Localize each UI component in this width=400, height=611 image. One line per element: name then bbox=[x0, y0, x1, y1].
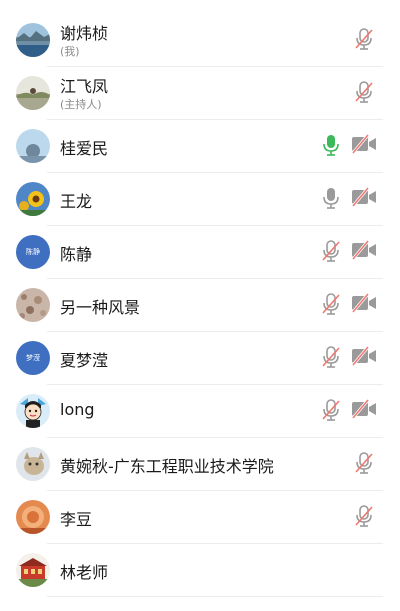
mic-muted-icon[interactable] bbox=[320, 345, 342, 373]
row-divider bbox=[47, 596, 383, 597]
avatar bbox=[16, 23, 50, 57]
participant-name: 谢炜桢 bbox=[60, 24, 109, 43]
mic-muted-icon[interactable] bbox=[320, 292, 342, 320]
mic-active-icon[interactable] bbox=[320, 133, 342, 161]
participant-list: 谢炜桢 (我) 江飞凤 (主持人) 桂爱民 王龙 陈静 陈静 另一种风景 梦滢 … bbox=[0, 0, 400, 611]
participant-role: (我) bbox=[60, 45, 80, 58]
participant-row[interactable]: 黄婉秋-广东工程职业技术学院 bbox=[0, 438, 400, 491]
camera-off-icon[interactable] bbox=[351, 133, 377, 159]
camera-off-icon[interactable] bbox=[351, 345, 377, 371]
participant-name: 李豆 bbox=[60, 510, 93, 529]
avatar bbox=[16, 76, 50, 110]
mic-muted-icon[interactable] bbox=[320, 239, 342, 267]
participant-name: 陈静 bbox=[60, 245, 93, 264]
participant-name: long bbox=[60, 400, 95, 419]
participant-row[interactable]: long bbox=[0, 385, 400, 438]
mic-muted-icon[interactable] bbox=[353, 80, 375, 108]
participant-row[interactable]: 谢炜桢 (我) bbox=[0, 14, 400, 67]
participant-name: 桂爱民 bbox=[60, 139, 109, 158]
participant-name: 江飞凤 bbox=[60, 77, 109, 96]
camera-off-icon[interactable] bbox=[351, 398, 377, 424]
participant-role: (主持人) bbox=[60, 98, 102, 111]
participant-name: 王龙 bbox=[60, 192, 93, 211]
participant-name: 另一种风景 bbox=[60, 298, 141, 317]
participant-name: 林老师 bbox=[60, 563, 109, 582]
participant-row[interactable]: 林老师 bbox=[0, 544, 400, 597]
camera-off-icon[interactable] bbox=[351, 186, 377, 212]
participant-row[interactable]: 陈静 陈静 bbox=[0, 226, 400, 279]
participant-row[interactable]: 王龙 bbox=[0, 173, 400, 226]
avatar: 梦滢 bbox=[16, 341, 50, 375]
camera-off-icon[interactable] bbox=[351, 292, 377, 318]
mic-muted-icon[interactable] bbox=[353, 451, 375, 479]
avatar bbox=[16, 553, 50, 587]
avatar bbox=[16, 447, 50, 481]
camera-off-icon[interactable] bbox=[351, 239, 377, 265]
participant-row[interactable]: 李豆 bbox=[0, 491, 400, 544]
mic-muted-icon[interactable] bbox=[320, 398, 342, 426]
participant-name: 夏梦滢 bbox=[60, 351, 109, 370]
mic-muted-icon[interactable] bbox=[353, 504, 375, 532]
participant-row[interactable]: 江飞凤 (主持人) bbox=[0, 67, 400, 120]
mic-icon[interactable] bbox=[320, 186, 342, 214]
participant-name: 黄婉秋-广东工程职业技术学院 bbox=[60, 457, 274, 476]
mic-muted-icon[interactable] bbox=[353, 27, 375, 55]
avatar bbox=[16, 182, 50, 216]
participant-row[interactable]: 另一种风景 bbox=[0, 279, 400, 332]
participant-row[interactable]: 梦滢 夏梦滢 bbox=[0, 332, 400, 385]
avatar bbox=[16, 288, 50, 322]
avatar bbox=[16, 394, 50, 428]
avatar bbox=[16, 500, 50, 534]
avatar bbox=[16, 129, 50, 163]
participant-row[interactable]: 桂爱民 bbox=[0, 120, 400, 173]
avatar: 陈静 bbox=[16, 235, 50, 269]
